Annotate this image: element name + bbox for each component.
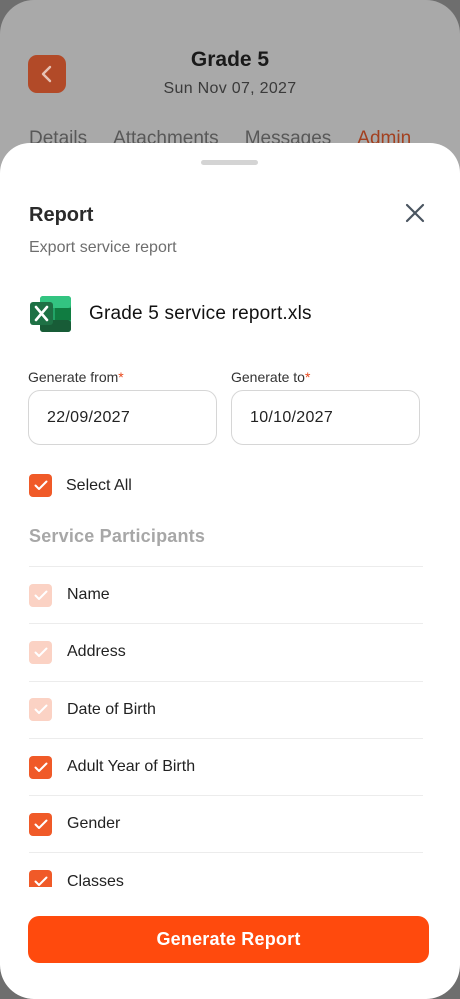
required-mark: * <box>304 369 311 385</box>
item-label: Gender <box>67 815 121 833</box>
generate-report-button[interactable]: Generate Report <box>28 916 429 963</box>
check-icon <box>34 876 47 887</box>
item-checkbox[interactable] <box>29 870 52 887</box>
to-label: Generate to* <box>231 369 310 385</box>
from-label-text: Generate from <box>28 369 119 385</box>
check-icon <box>34 762 47 772</box>
list-item[interactable]: Address <box>29 624 423 682</box>
close-button[interactable] <box>402 200 428 226</box>
required-mark: * <box>118 369 124 385</box>
from-date-field[interactable]: 22/09/2027 <box>28 390 217 445</box>
report-sheet: Report Export service report Grade 5 ser… <box>0 143 460 999</box>
item-label: Adult Year of Birth <box>67 758 196 776</box>
list-item[interactable]: Adult Year of Birth <box>29 739 423 797</box>
check-icon <box>34 480 47 490</box>
page-date: Sun Nov 07, 2027 <box>163 80 297 97</box>
file-name: Grade 5 service report.xls <box>89 303 312 324</box>
page-title: Grade 5 <box>190 48 270 71</box>
check-icon <box>34 704 47 715</box>
item-label: Classes <box>67 872 124 887</box>
item-label: Address <box>67 643 126 661</box>
close-icon <box>405 203 425 223</box>
item-label: Date of Birth <box>67 700 156 718</box>
list-item[interactable]: Classes <box>29 853 423 887</box>
item-checkbox[interactable] <box>29 755 52 779</box>
app-screen: Grade 5 Sun Nov 07, 2027 Details Attachm… <box>0 0 460 999</box>
check-icon <box>34 819 47 829</box>
sheet-title: Report <box>29 204 94 226</box>
item-checkbox[interactable] <box>29 583 52 607</box>
check-icon <box>34 647 47 657</box>
sheet-drag-handle[interactable] <box>201 160 258 165</box>
participant-field-list[interactable]: Name Address Date of Birth Adult Year of… <box>29 567 423 887</box>
item-label: Name <box>67 586 110 604</box>
select-all-row[interactable]: Select All <box>29 474 132 497</box>
item-checkbox[interactable] <box>29 640 52 664</box>
section-title: Service Participants <box>29 526 206 546</box>
to-label-text: Generate to <box>231 369 305 385</box>
select-all-checkbox[interactable] <box>29 474 52 497</box>
select-all-label: Select All <box>66 476 132 494</box>
check-icon <box>34 590 47 600</box>
to-date-field[interactable]: 10/10/2027 <box>231 390 420 445</box>
excel-icon <box>30 296 71 332</box>
list-item[interactable]: Gender <box>29 796 423 854</box>
list-item[interactable]: Date of Birth <box>29 682 423 739</box>
report-file: Grade 5 service report.xls <box>30 295 312 333</box>
item-checkbox[interactable] <box>29 812 52 836</box>
sheet-subtitle: Export service report <box>29 239 177 256</box>
from-label: Generate from* <box>28 369 124 385</box>
list-item[interactable]: Name <box>29 567 423 625</box>
item-checkbox[interactable] <box>29 698 52 722</box>
